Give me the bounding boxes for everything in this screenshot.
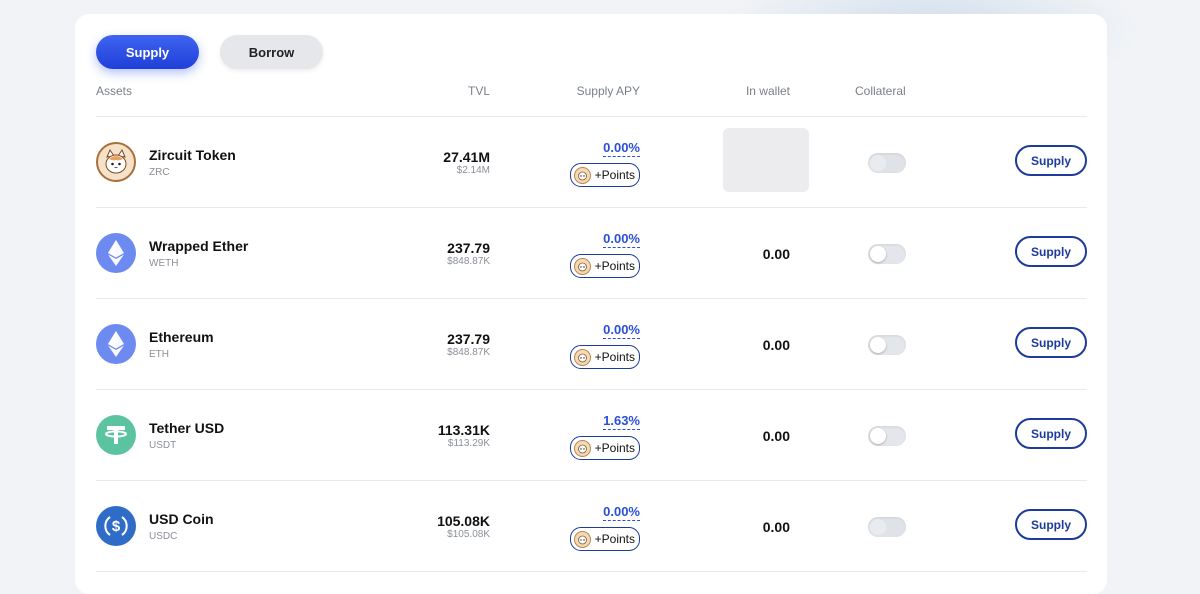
- points-badge[interactable]: +Points: [569, 527, 640, 551]
- tvl-cell: 105.08K $105.08K: [437, 513, 490, 541]
- wallet-balance: 0.00: [762, 519, 790, 535]
- points-cat-icon: [573, 439, 591, 457]
- supply-button[interactable]: Supply: [1015, 236, 1087, 267]
- asset-name: Ethereum: [149, 329, 214, 345]
- table-row-eth: Ethereum ETH 237.79 $848.87K 0.00% +Poin…: [96, 299, 1087, 390]
- column-header-in-wallet: In wallet: [745, 84, 790, 98]
- tvl-cell: 237.79 $848.87K: [447, 331, 490, 359]
- column-header-assets: Assets: [96, 84, 133, 98]
- points-cat-icon: [573, 530, 591, 548]
- tab-supply[interactable]: Supply: [96, 35, 199, 69]
- toggle-knob: [870, 519, 886, 535]
- supply-apy-value[interactable]: 0.00%: [603, 231, 640, 248]
- collateral-toggle[interactable]: [868, 153, 906, 173]
- table-row-zrc: Zircuit Token ZRC 27.41M $2.14M 0.00% +P…: [96, 117, 1087, 208]
- zircuit-cat-icon: [96, 142, 136, 182]
- svg-text:$: $: [112, 518, 121, 535]
- points-cat-icon: [573, 257, 591, 275]
- points-badge[interactable]: +Points: [569, 345, 640, 369]
- asset-symbol: USDT: [149, 440, 177, 451]
- toggle-knob: [870, 337, 886, 353]
- asset-symbol: ZRC: [149, 167, 170, 178]
- asset-symbol: WETH: [149, 258, 179, 269]
- collateral-toggle[interactable]: [868, 426, 906, 446]
- divider: [96, 571, 1087, 572]
- points-label: +Points: [594, 168, 635, 182]
- points-label: +Points: [594, 259, 635, 273]
- wallet-loading-placeholder: [723, 128, 809, 192]
- table-header: Assets TVL Supply APY In wallet Collater…: [96, 84, 1087, 116]
- collateral-toggle[interactable]: [868, 517, 906, 537]
- usdc-icon: $: [96, 506, 136, 546]
- toggle-knob: [870, 246, 886, 262]
- ethereum-icon: [96, 324, 136, 364]
- tvl-amount: 27.41M: [443, 149, 490, 165]
- tvl-amount: 105.08K: [437, 513, 490, 529]
- supply-apy-value[interactable]: 0.00%: [603, 140, 640, 157]
- asset-symbol: ETH: [149, 349, 169, 360]
- supply-apy-value[interactable]: 1.63%: [603, 413, 640, 430]
- tvl-usd: $2.14M: [456, 165, 490, 176]
- tvl-amount: 237.79: [447, 240, 490, 256]
- points-label: +Points: [594, 350, 635, 364]
- asset-name: Wrapped Ether: [149, 238, 249, 254]
- tab-borrow[interactable]: Borrow: [220, 35, 323, 69]
- wallet-balance: 0.00: [762, 246, 790, 262]
- column-header-tvl: TVL: [467, 84, 490, 98]
- tvl-usd: $113.29K: [447, 438, 490, 449]
- asset-name: USD Coin: [149, 511, 214, 527]
- supply-apy-value[interactable]: 0.00%: [603, 322, 640, 339]
- column-header-supply-apy: Supply APY: [576, 84, 640, 98]
- asset-name: Zircuit Token: [149, 147, 236, 163]
- markets-card: Supply Borrow Assets TVL Supply APY In w…: [75, 14, 1107, 594]
- toggle-knob: [870, 428, 886, 444]
- tvl-usd: $105.08K: [447, 529, 490, 540]
- tvl-amount: 113.31K: [437, 422, 490, 438]
- tvl-usd: $848.87K: [447, 256, 490, 267]
- ethereum-icon: [96, 233, 136, 273]
- table-row-usdt: Tether USD USDT 113.31K $113.29K 1.63% +…: [96, 390, 1087, 481]
- points-badge[interactable]: +Points: [569, 436, 640, 460]
- supply-button[interactable]: Supply: [1015, 145, 1087, 176]
- tvl-cell: 237.79 $848.87K: [447, 240, 490, 268]
- table-row-usdc: $ USD Coin USDC 105.08K $105.08K 0.00% +…: [96, 481, 1087, 572]
- points-label: +Points: [594, 532, 635, 546]
- tvl-cell: 113.31K $113.29K: [437, 422, 490, 450]
- column-header-collateral: Collateral: [855, 84, 906, 98]
- supply-apy-value[interactable]: 0.00%: [603, 504, 640, 521]
- points-cat-icon: [573, 348, 591, 366]
- points-badge[interactable]: +Points: [569, 163, 640, 187]
- supply-button[interactable]: Supply: [1015, 418, 1087, 449]
- collateral-toggle[interactable]: [868, 335, 906, 355]
- collateral-toggle[interactable]: [868, 244, 906, 264]
- supply-button[interactable]: Supply: [1015, 327, 1087, 358]
- wallet-balance: 0.00: [762, 428, 790, 444]
- tvl-amount: 237.79: [447, 331, 490, 347]
- supply-borrow-tabs: Supply Borrow: [96, 35, 323, 69]
- tether-icon: [96, 415, 136, 455]
- wallet-balance: 0.00: [762, 337, 790, 353]
- points-badge[interactable]: +Points: [569, 254, 640, 278]
- points-label: +Points: [594, 441, 635, 455]
- tvl-cell: 27.41M $2.14M: [443, 149, 490, 177]
- asset-name: Tether USD: [149, 420, 225, 436]
- points-cat-icon: [573, 166, 591, 184]
- toggle-knob: [870, 155, 886, 171]
- supply-button[interactable]: Supply: [1015, 509, 1087, 540]
- tvl-usd: $848.87K: [447, 347, 490, 358]
- asset-symbol: USDC: [149, 531, 178, 542]
- table-row-weth: Wrapped Ether WETH 237.79 $848.87K 0.00%…: [96, 208, 1087, 299]
